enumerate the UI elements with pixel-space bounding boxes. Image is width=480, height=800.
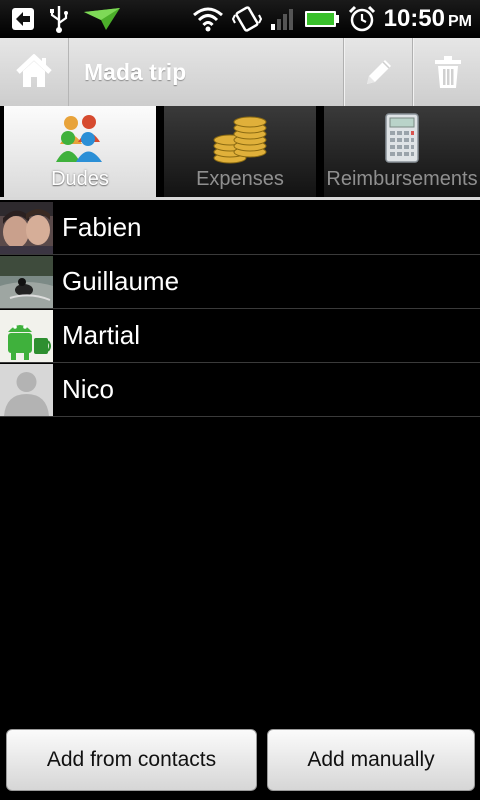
avatar: [0, 202, 53, 254]
delete-button[interactable]: [413, 38, 480, 106]
list-item-guillaume[interactable]: Guillaume: [0, 255, 480, 309]
tab-reimbursements-icon-wrap: [324, 112, 480, 164]
battery-icon: [304, 11, 339, 27]
signal-icon: [270, 9, 293, 30]
list-item-martial[interactable]: Martial: [0, 309, 480, 363]
add-from-contacts-button[interactable]: Add from contacts: [6, 729, 257, 791]
trash-icon: [434, 56, 461, 88]
calculator-icon: [385, 113, 419, 163]
status-bar: 10:50 PM: [0, 0, 480, 38]
page-title: Mada trip: [84, 59, 187, 85]
add-manually-button[interactable]: Add manually: [267, 729, 475, 791]
status-bar-notifications: [10, 0, 122, 38]
tab-dudes-icon-wrap: [4, 112, 156, 164]
status-time-value: 10:50: [383, 5, 445, 32]
tab-reimbursements-label: Reimbursements: [326, 168, 478, 190]
avatar: [0, 310, 53, 362]
bottom-button-bar: Add from contacts Add manually: [0, 722, 480, 800]
tab-expenses[interactable]: Expenses: [164, 106, 316, 198]
edit-button[interactable]: [344, 38, 413, 106]
status-bar-indicators: 10:50 PM: [192, 0, 472, 38]
dude-name: Nico: [62, 374, 115, 404]
people-icon: [56, 115, 102, 162]
coins-icon: [213, 116, 267, 164]
avatar: [0, 256, 53, 308]
back-arrow-notification-icon: [12, 8, 34, 30]
home-icon: [16, 54, 52, 87]
avatar: [0, 364, 53, 416]
status-time-ampm: PM: [448, 13, 472, 30]
pencil-icon: [367, 60, 391, 84]
action-bar: Mada trip: [0, 38, 480, 107]
tab-reimbursements[interactable]: Reimbursements: [324, 106, 480, 198]
status-time: 10:50 PM: [384, 5, 472, 33]
plane-notification-icon: [84, 8, 120, 30]
wifi-icon: [192, 7, 223, 32]
list-item-nico[interactable]: Nico: [0, 363, 480, 417]
avatar-photo-guillaume: [0, 256, 53, 308]
vibrate-icon: [231, 6, 262, 32]
tab-dudes[interactable]: Dudes: [4, 106, 156, 198]
dude-name: Guillaume: [62, 266, 180, 296]
alarm-icon: [348, 5, 375, 32]
default-avatar-icon: [0, 364, 53, 416]
tab-underline: [0, 197, 480, 200]
tab-expenses-icon-wrap: [164, 112, 316, 164]
dude-name: Martial: [62, 320, 141, 350]
tab-bar: Dudes Expenses Reimbursements: [0, 106, 480, 200]
usb-icon: [50, 6, 68, 33]
dude-name: Fabien: [62, 212, 142, 242]
tab-expenses-label: Expenses: [196, 168, 284, 190]
avatar-photo-martial: [0, 310, 53, 362]
list-item-fabien[interactable]: Fabien: [0, 201, 480, 255]
dudes-list: Fabien Guillaume Martial Nico: [0, 201, 480, 417]
tab-dudes-label: Dudes: [51, 168, 109, 190]
avatar-photo-fabien: [0, 202, 53, 254]
home-button[interactable]: [0, 38, 69, 106]
